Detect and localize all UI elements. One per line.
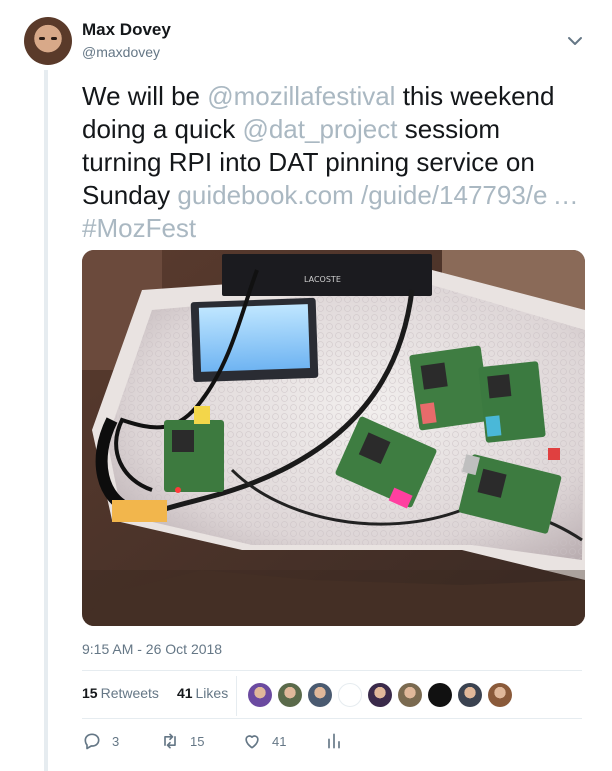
retweet-icon	[164, 733, 176, 749]
liker-avatar[interactable]	[368, 683, 392, 707]
heart-icon	[245, 735, 259, 749]
liker-avatar[interactable]	[398, 683, 422, 707]
photo-sticky-note	[112, 500, 167, 522]
tweet-photo[interactable]: LACOSTE	[82, 250, 585, 626]
liker-avatar[interactable]	[458, 683, 482, 707]
likes-stat[interactable]: 41 Likes	[177, 685, 228, 701]
like-count: 41	[272, 733, 287, 749]
photo-box-label: LACOSTE	[304, 275, 341, 284]
retweets-label: Retweets	[100, 685, 159, 701]
liker-avatar[interactable]	[488, 683, 512, 707]
chevron-down-icon[interactable]	[567, 35, 583, 47]
tweet-text: We will be @mozillafestival this weekend…	[82, 80, 582, 245]
mention-link[interactable]: @mozillafestival	[207, 81, 395, 111]
retweet-count: 15	[190, 733, 205, 749]
photo-raspberry-pi	[409, 345, 491, 431]
reply-icon	[84, 733, 100, 750]
photo-red-component	[548, 448, 560, 460]
thread-line	[44, 70, 48, 771]
photo-lcd-screen	[198, 304, 311, 372]
author-avatar[interactable]	[24, 17, 72, 65]
tweet-actions: 3 15 41	[82, 731, 344, 751]
avatar-eye-right	[51, 37, 57, 40]
likes-label: Likes	[195, 685, 229, 701]
divider	[82, 718, 582, 719]
mention-link[interactable]: @dat_project	[242, 114, 397, 144]
liker-avatar[interactable]	[308, 683, 332, 707]
divider	[82, 670, 582, 671]
reply-count: 3	[112, 733, 120, 749]
avatar-eye-left	[39, 37, 45, 40]
stats-separator	[236, 676, 237, 716]
tweet-timestamp[interactable]: 9:15 AM - 26 Oct 2018	[82, 641, 222, 657]
hashtag-link[interactable]: #MozFest	[82, 213, 196, 243]
likes-count: 41	[176, 685, 193, 701]
liker-avatars	[248, 683, 512, 707]
liker-avatar[interactable]	[338, 683, 362, 707]
photo-shadow	[82, 570, 585, 626]
photo-raspberry-pi	[478, 361, 546, 443]
url-link[interactable]: guidebook.com /guide/147793/e …	[177, 180, 578, 210]
analytics-icon	[328, 733, 340, 749]
liker-avatar[interactable]	[428, 683, 452, 707]
author-handle[interactable]: @maxdovey	[82, 44, 160, 60]
like-button[interactable]: 41	[242, 731, 324, 751]
tweet-text-part: We will be	[82, 81, 208, 111]
retweets-stat[interactable]: 15 Retweets	[82, 685, 159, 701]
reply-button[interactable]: 3	[82, 731, 160, 751]
liker-avatar[interactable]	[248, 683, 272, 707]
liker-avatar[interactable]	[278, 683, 302, 707]
analytics-button[interactable]	[324, 731, 344, 751]
retweets-count: 15	[82, 685, 98, 701]
author-name[interactable]: Max Dovey	[82, 20, 171, 40]
engagement-stats: 15 Retweets 41 Likes	[82, 685, 228, 701]
retweet-button[interactable]: 15	[160, 731, 242, 751]
